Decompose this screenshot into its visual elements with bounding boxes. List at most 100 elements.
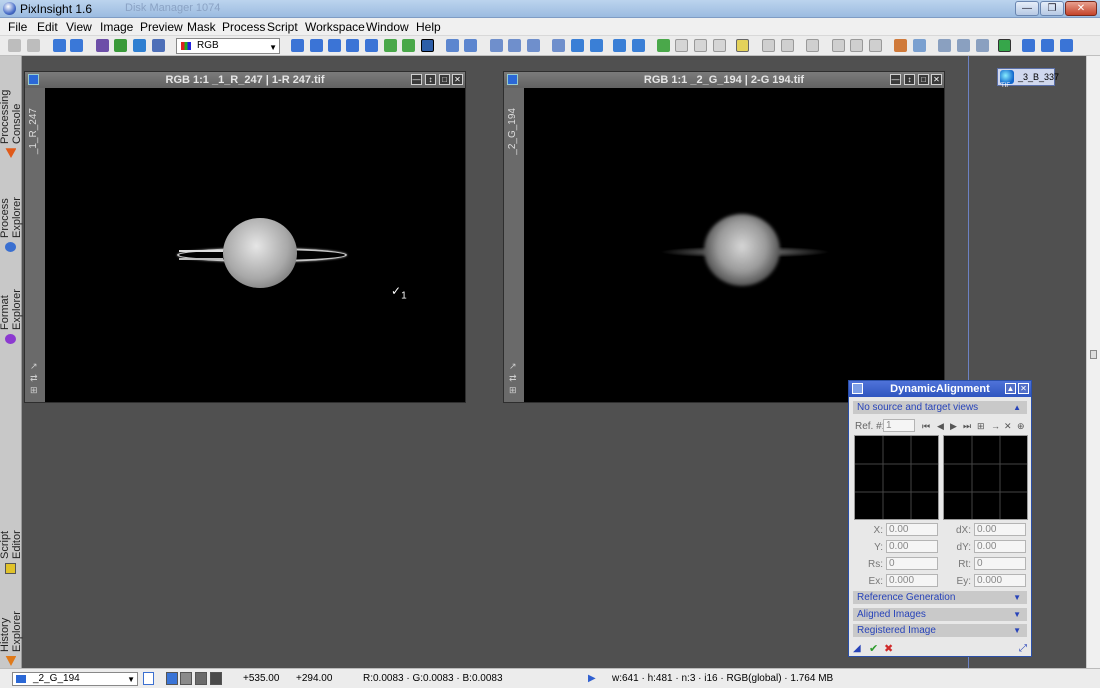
new-instance-icon[interactable]: ◢: [853, 643, 861, 654]
tab-format-explorer[interactable]: Format Explorer: [0, 256, 23, 344]
blue-channel-icon[interactable]: [133, 39, 146, 52]
preview-new-icon[interactable]: [384, 39, 397, 52]
fit-view-icon[interactable]: [310, 39, 323, 52]
maximize-icon[interactable]: □: [439, 74, 450, 85]
zoom-level-2[interactable]: [180, 672, 192, 685]
delete-icon[interactable]: ✕: [1004, 421, 1012, 432]
green-channel-icon[interactable]: [114, 39, 127, 52]
zoom-level-3[interactable]: [195, 672, 207, 685]
zoom-all-icon[interactable]: [346, 39, 359, 52]
misc-4-icon[interactable]: [832, 39, 845, 52]
image-window-r[interactable]: RGB 1:1 _1_R_247 | 1-R 247.tif — ↕ □ ✕ _…: [24, 71, 466, 403]
layout-2-icon[interactable]: [1041, 39, 1054, 52]
zoom-2-icon[interactable]: [508, 39, 521, 52]
mask-1-icon[interactable]: [675, 39, 688, 52]
zoom-level-4[interactable]: [210, 672, 222, 685]
mask-3-icon[interactable]: [713, 39, 726, 52]
misc-2-icon[interactable]: [781, 39, 794, 52]
preview-edit-icon[interactable]: [402, 39, 415, 52]
misc-11-icon[interactable]: [976, 39, 989, 52]
dollar-tool-icon[interactable]: [365, 39, 378, 52]
expand-icon[interactable]: ↗: [30, 360, 38, 372]
view-1-icon[interactable]: [571, 39, 584, 52]
mask-4-icon[interactable]: [736, 39, 749, 52]
misc-1-icon[interactable]: [762, 39, 775, 52]
zoom-fit-icon[interactable]: [328, 39, 341, 52]
menu-edit[interactable]: Edit: [37, 20, 58, 34]
vertical-scrollbar[interactable]: [1086, 56, 1100, 668]
tab-script-editor[interactable]: Script Editor: [0, 502, 23, 574]
image-canvas[interactable]: ✓1: [45, 88, 465, 402]
panel-title[interactable]: DynamicAlignment: [849, 381, 1031, 397]
document-icon[interactable]: [143, 672, 154, 685]
tab-processing-console[interactable]: Processing Console: [0, 58, 23, 158]
menu-window[interactable]: Window: [366, 20, 409, 34]
cancel-x-icon[interactable]: ✖: [884, 642, 893, 655]
source-preview[interactable]: [854, 435, 939, 520]
pan-icon[interactable]: [291, 39, 304, 52]
y-field[interactable]: 0.00: [886, 540, 938, 553]
tab-process-explorer[interactable]: Process Explorer: [0, 162, 23, 252]
zoom-out-icon[interactable]: [464, 39, 477, 52]
open-icon[interactable]: [70, 39, 83, 52]
rgb-channel-icon[interactable]: [96, 39, 109, 52]
prev-icon[interactable]: ◀: [937, 421, 944, 432]
shade-icon[interactable]: —: [411, 74, 422, 85]
new-image-icon[interactable]: [53, 39, 66, 52]
menu-image[interactable]: Image: [100, 20, 133, 34]
rs-field[interactable]: 0: [886, 557, 938, 570]
dx-field[interactable]: 0.00: [974, 523, 1026, 536]
view-select[interactable]: _2_G_194 ▼: [12, 672, 138, 686]
first-icon[interactable]: ⏮: [922, 421, 930, 432]
shade-icon[interactable]: —: [890, 74, 901, 85]
menu-process[interactable]: Process: [222, 20, 265, 34]
link-icon[interactable]: ⇄: [509, 372, 517, 384]
misc-10-icon[interactable]: [957, 39, 970, 52]
shade-icon[interactable]: ▲: [1005, 383, 1016, 394]
view-id-label[interactable]: _1_R_247: [28, 108, 39, 154]
close-button[interactable]: ✕: [1065, 1, 1097, 16]
redo-icon[interactable]: [27, 39, 40, 52]
view-2-icon[interactable]: [590, 39, 603, 52]
reset-icon[interactable]: ⤢: [1019, 643, 1027, 654]
view-id-label[interactable]: _2_G_194: [507, 108, 518, 155]
restore-button[interactable]: ❐: [1040, 1, 1064, 16]
zoom-3-icon[interactable]: [527, 39, 540, 52]
mask-2-icon[interactable]: [694, 39, 707, 52]
scroll-thumb[interactable]: [1090, 350, 1097, 359]
view-4-icon[interactable]: [632, 39, 645, 52]
section-aligned-images[interactable]: Aligned Images ▼: [853, 608, 1027, 621]
menu-file[interactable]: File: [8, 20, 27, 34]
close-icon[interactable]: ✕: [1018, 383, 1029, 394]
image-window-g[interactable]: RGB 1:1 _2_G_194 | 2-G 194.tif — ↕ □ ✕ _…: [503, 71, 945, 403]
x-field[interactable]: 0.00: [886, 523, 938, 536]
play-icon[interactable]: ▶: [588, 673, 596, 684]
close-icon[interactable]: ✕: [452, 74, 463, 85]
channel-select[interactable]: RGB ▼: [176, 38, 280, 54]
expand-icon[interactable]: ↗: [509, 360, 517, 372]
minimize-button[interactable]: —: [1015, 1, 1039, 16]
mask-show-icon[interactable]: [657, 39, 670, 52]
section-reference-generation[interactable]: Reference Generation ▼: [853, 591, 1027, 604]
maximize-icon[interactable]: □: [918, 74, 929, 85]
invert-icon[interactable]: [152, 39, 165, 52]
target-preview[interactable]: [943, 435, 1028, 520]
apply-check-icon[interactable]: ✔: [869, 642, 878, 655]
minimize-icon[interactable]: ↕: [904, 74, 915, 85]
view-3-icon[interactable]: [613, 39, 626, 52]
zoom-in-icon[interactable]: [446, 39, 459, 52]
tif-image-icon[interactable]: TIF _3_B_337: [997, 68, 1059, 89]
rt-field[interactable]: 0: [974, 557, 1026, 570]
misc-6-icon[interactable]: [869, 39, 882, 52]
grid-icon[interactable]: ⊞: [509, 384, 517, 396]
layout-1-icon[interactable]: [1022, 39, 1035, 52]
tab-history-explorer[interactable]: History Explorer: [0, 578, 23, 666]
section-registered-image[interactable]: Registered Image ▼: [853, 624, 1027, 637]
ey-field[interactable]: 0.000: [974, 574, 1026, 587]
ref-input[interactable]: 1: [883, 419, 915, 432]
zoom-1-icon[interactable]: [490, 39, 503, 52]
close-icon[interactable]: ✕: [931, 74, 942, 85]
menu-view[interactable]: View: [66, 20, 92, 34]
misc-3-icon[interactable]: [806, 39, 819, 52]
next-icon[interactable]: ▶: [950, 421, 957, 432]
